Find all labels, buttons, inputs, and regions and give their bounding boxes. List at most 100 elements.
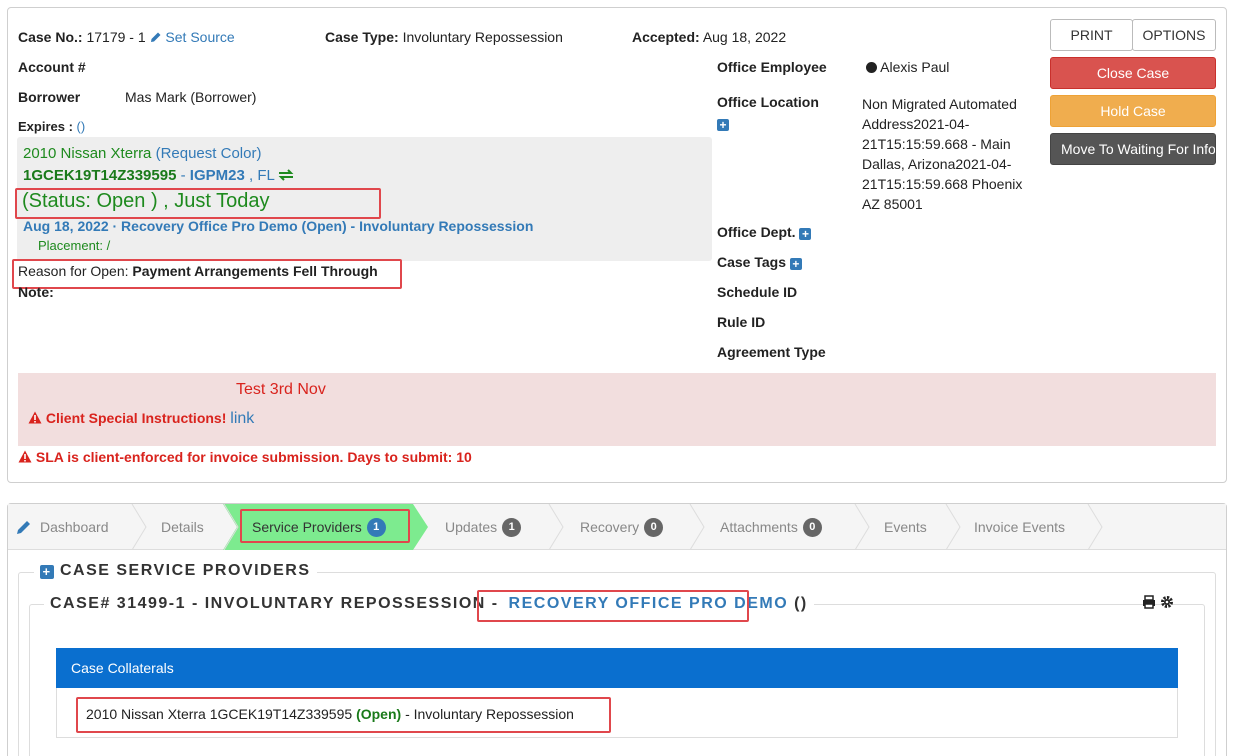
print-button[interactable]: PRINT bbox=[1050, 19, 1133, 51]
collateral-item[interactable]: 2010 Nissan Xterra 1GCEK19T14Z339595 (Op… bbox=[86, 706, 574, 722]
reason-for-open: Reason for Open: Payment Arrangements Fe… bbox=[18, 263, 378, 279]
vehicle-ids: 1GCEK19T14Z339595 - IGPM23 , FL bbox=[23, 167, 294, 184]
address-line: Address2021-04- bbox=[862, 116, 970, 132]
address-line: Non Migrated Automated bbox=[862, 96, 1017, 112]
case-tags: Case Tags + bbox=[717, 254, 802, 270]
office-location-label: Office Location bbox=[717, 94, 819, 110]
tab-separator bbox=[548, 504, 564, 550]
office-location-add-button[interactable]: + bbox=[717, 115, 729, 131]
request-color-link[interactable]: (Request Color) bbox=[156, 145, 262, 162]
hold-case-button[interactable]: Hold Case bbox=[1050, 95, 1216, 127]
office-employee: Alexis Paul bbox=[866, 59, 949, 75]
borrower-label: Borrower bbox=[18, 89, 81, 105]
test-note: Test 3rd Nov bbox=[236, 381, 326, 398]
special-instructions-label: Client Special Instructions! bbox=[45, 410, 227, 426]
expires-value[interactable]: () bbox=[77, 119, 86, 134]
tab-badge: 1 bbox=[366, 517, 386, 537]
warning-icon bbox=[18, 450, 32, 463]
address-line: AZ 85001 bbox=[862, 196, 923, 212]
pencil-icon bbox=[150, 32, 161, 42]
vin-plate-separator: - bbox=[180, 167, 186, 184]
provider-name-link[interactable]: RECOVERY OFFICE PRO DEMO bbox=[509, 595, 789, 612]
close-case-button[interactable]: Close Case bbox=[1050, 57, 1216, 89]
plus-square-icon[interactable]: + bbox=[40, 565, 54, 579]
plus-square-icon[interactable]: + bbox=[789, 258, 802, 270]
vehicle-vin: 1GCEK19T14Z339595 bbox=[23, 167, 177, 184]
collateral-prefix: 2010 Nissan Xterra 1GCEK19T14Z339595 bbox=[86, 706, 353, 722]
tab-badge: 0 bbox=[644, 517, 664, 537]
case-tags-label: Case Tags bbox=[717, 254, 786, 270]
tab-separator bbox=[689, 504, 705, 550]
print-icon[interactable] bbox=[1142, 595, 1156, 609]
accepted-label: Accepted: bbox=[632, 29, 700, 45]
employee-dot-icon bbox=[866, 62, 877, 73]
office-dept-label: Office Dept. bbox=[717, 224, 796, 240]
vehicle-plate: IGPM23 bbox=[189, 167, 245, 184]
tab-label: Recovery bbox=[580, 519, 640, 535]
case-collaterals-header: Case Collaterals bbox=[56, 648, 1178, 688]
office-employee-label: Office Employee bbox=[717, 59, 827, 75]
tab-dashboard[interactable]: Dashboard bbox=[16, 504, 109, 550]
tab-attachments[interactable]: Attachments 0 bbox=[720, 504, 822, 550]
reason-value: Payment Arrangements Fell Through bbox=[132, 263, 378, 279]
collateral-status: (Open) bbox=[356, 706, 402, 722]
provider-case-heading: CASE# 31499-1 - INVOLUNTARY REPOSSESSION… bbox=[44, 595, 814, 613]
tab-events[interactable]: Events bbox=[884, 504, 927, 550]
plus-square-icon[interactable]: + bbox=[799, 228, 812, 240]
address-line: 21T15:15:59.668 - Main bbox=[862, 136, 1011, 152]
account-label: Account # bbox=[18, 59, 86, 75]
schedule-id-label: Schedule ID bbox=[717, 284, 798, 300]
case-type-value: Involuntary Repossession bbox=[402, 29, 563, 45]
gear-icon[interactable] bbox=[1160, 595, 1174, 609]
provider-actions bbox=[1142, 595, 1174, 612]
note-label: Note: bbox=[18, 284, 54, 300]
vehicle-title: 2010 Nissan Xterra (Request Color) bbox=[23, 145, 261, 162]
swap-arrows-icon[interactable] bbox=[278, 169, 294, 181]
tab-separator bbox=[854, 504, 870, 550]
special-instructions-link[interactable]: link bbox=[230, 410, 254, 427]
case-type: Case Type: Involuntary Repossession bbox=[325, 29, 563, 45]
section-title: + CASE SERVICE PROVIDERS bbox=[34, 562, 317, 580]
plus-square-icon: + bbox=[717, 119, 729, 131]
tab-separator bbox=[1087, 504, 1103, 550]
tab-badge: 0 bbox=[802, 517, 822, 537]
vehicle-status: (Status: Open ) , Just Today bbox=[22, 190, 270, 212]
case-number-value: 17179 - 1 bbox=[86, 29, 146, 45]
borrower-value: Mas Mark (Borrower) bbox=[125, 89, 257, 105]
tab-label: Attachments bbox=[720, 519, 798, 535]
tab-label: Events bbox=[884, 519, 927, 535]
sla-warning: SLA is client-enforced for invoice submi… bbox=[18, 449, 472, 465]
tab-label: Details bbox=[161, 519, 204, 535]
case-heading-text: CASE# 31499-1 - INVOLUNTARY REPOSSESSION… bbox=[50, 595, 499, 612]
set-source-link[interactable]: Set Source bbox=[150, 29, 235, 45]
sla-text: SLA is client-enforced for invoice submi… bbox=[35, 449, 472, 465]
tab-separator bbox=[131, 504, 147, 550]
tab-updates[interactable]: Updates 1 bbox=[445, 504, 522, 550]
tab-separator bbox=[223, 504, 239, 550]
tab-details[interactable]: Details bbox=[161, 504, 204, 550]
set-source-label: Set Source bbox=[165, 29, 235, 45]
tab-invoice-events[interactable]: Invoice Events bbox=[974, 504, 1065, 550]
address-line: 21T15:15:59.668 Phoenix bbox=[862, 176, 1023, 192]
options-button[interactable]: OPTIONS bbox=[1132, 19, 1216, 51]
expires: Expires : () bbox=[18, 119, 85, 134]
case-type-label: Case Type: bbox=[325, 29, 399, 45]
vehicle-state: , FL bbox=[248, 167, 275, 184]
accepted-date: Accepted: Aug 18, 2022 bbox=[632, 29, 786, 45]
reason-label: Reason for Open: bbox=[18, 263, 129, 279]
office-location-address: Non Migrated Automated Address2021-04- 2… bbox=[862, 94, 1022, 214]
move-to-waiting-button[interactable]: Move To Waiting For Info bbox=[1050, 133, 1216, 165]
placement: Placement: / bbox=[38, 238, 111, 253]
rule-id-label: Rule ID bbox=[717, 314, 766, 330]
tab-recovery[interactable]: Recovery 0 bbox=[580, 504, 664, 550]
tab-label: Dashboard bbox=[40, 519, 109, 535]
case-number-label: Case No.: bbox=[18, 29, 83, 45]
expires-label: Expires : bbox=[18, 119, 73, 134]
assignment-link[interactable]: Aug 18, 2022 · Recovery Office Pro Demo … bbox=[23, 218, 533, 234]
tab-service-providers[interactable]: Service Providers 1 bbox=[252, 504, 386, 550]
pencil-icon bbox=[17, 521, 30, 534]
tab-label: Service Providers bbox=[252, 519, 362, 535]
case-number: Case No.: 17179 - 1 Set Source bbox=[18, 29, 235, 45]
address-line: Dallas, Arizona2021-04- bbox=[862, 156, 1012, 172]
special-instructions: Client Special Instructions! link bbox=[28, 410, 254, 428]
